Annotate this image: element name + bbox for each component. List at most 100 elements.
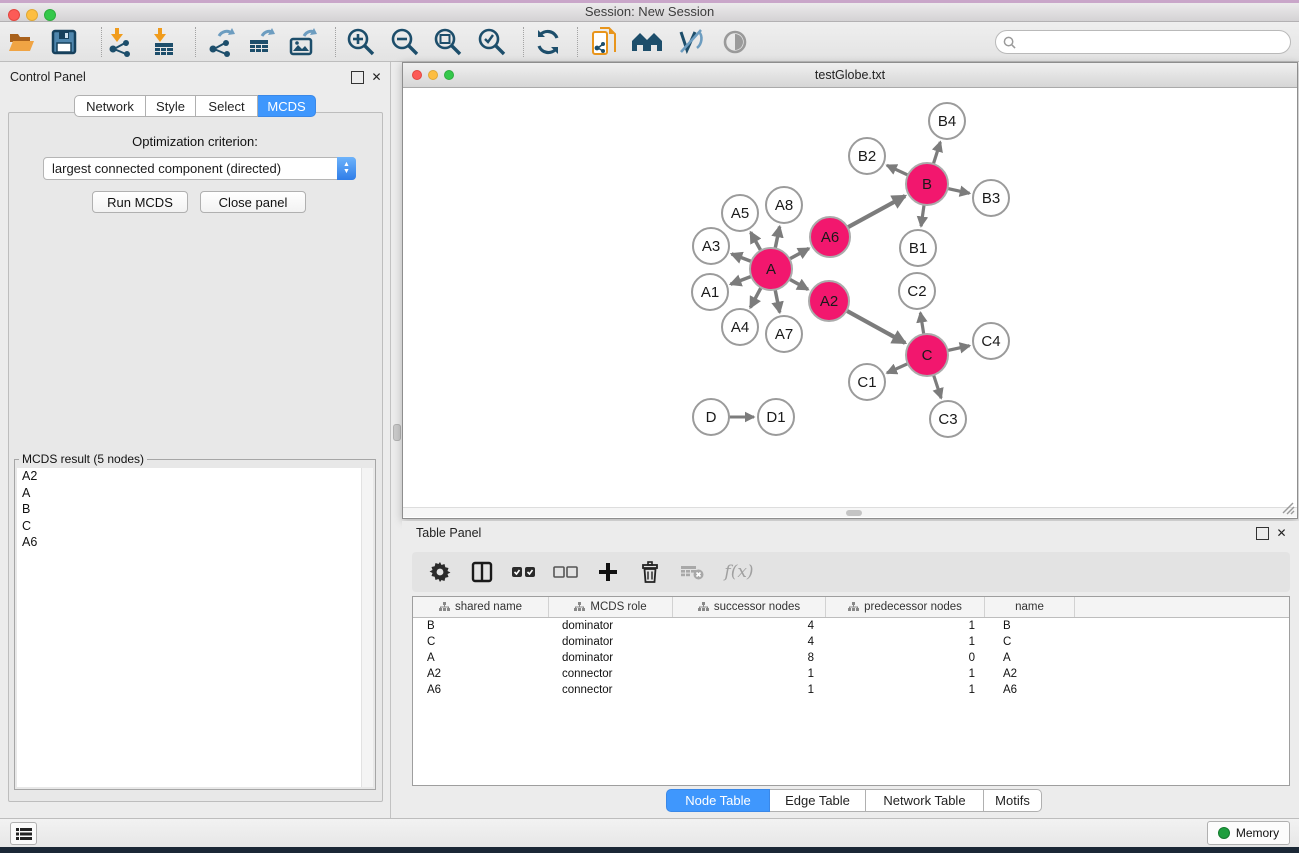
mcds-result-item[interactable]: A: [17, 485, 373, 502]
control-panel: Control Panel ✕ Network Style Select MCD…: [0, 62, 391, 818]
column-header-name[interactable]: name: [985, 597, 1075, 617]
close-panel-button[interactable]: Close panel: [200, 191, 306, 213]
home-icon[interactable]: [630, 26, 664, 58]
network-hscroll-thumb[interactable]: [846, 510, 862, 516]
tab-select[interactable]: Select: [196, 95, 258, 117]
tab-network-table[interactable]: Network Table: [866, 789, 984, 812]
graph-node-A5[interactable]: A5: [722, 195, 758, 231]
mcds-result-item[interactable]: C: [17, 518, 373, 535]
save-session-icon[interactable]: [47, 26, 81, 58]
network-horizontal-scrollbar[interactable]: [403, 507, 1297, 517]
graph-node-D[interactable]: D: [693, 399, 729, 435]
graph-node-B[interactable]: B: [906, 163, 948, 205]
network-close-button[interactable]: [412, 70, 422, 80]
zoom-selected-icon[interactable]: [475, 26, 509, 58]
memory-button[interactable]: Memory: [1207, 821, 1290, 845]
table-row[interactable]: A6connector11A6: [413, 682, 1289, 698]
search-input[interactable]: [1020, 34, 1290, 50]
graph-node-C4[interactable]: C4: [973, 323, 1009, 359]
column-header-predecessor-nodes[interactable]: predecessor nodes: [826, 597, 985, 617]
column-header-shared-name[interactable]: shared name: [413, 597, 549, 617]
float-table-panel-icon[interactable]: [1256, 527, 1269, 540]
mcds-result-item[interactable]: B: [17, 501, 373, 518]
delete-column-icon[interactable]: [636, 558, 664, 586]
hierarchy-icon: [574, 602, 585, 612]
hide-labels-icon[interactable]: [673, 26, 707, 58]
eye-icon[interactable]: [718, 26, 752, 58]
deselect-all-checkboxes-icon[interactable]: [552, 558, 580, 586]
table-cell-filler: [1075, 650, 1289, 666]
close-panel-icon[interactable]: ✕: [370, 71, 383, 84]
mcds-list-scrollbar[interactable]: [361, 468, 373, 787]
graph-node-A[interactable]: A: [750, 248, 792, 290]
column-header-mcds-role[interactable]: MCDS role: [549, 597, 673, 617]
vertical-scrollbar-thumb[interactable]: [393, 424, 401, 441]
graph-node-A3[interactable]: A3: [693, 228, 729, 264]
float-panel-icon[interactable]: [351, 71, 364, 84]
network-zoom-button[interactable]: [444, 70, 454, 80]
zoom-in-icon[interactable]: [344, 26, 378, 58]
graph-node-A1[interactable]: A1: [692, 274, 728, 310]
graph-node-B3[interactable]: B3: [973, 180, 1009, 216]
minimize-window-button[interactable]: [26, 9, 38, 21]
refresh-icon[interactable]: [531, 26, 565, 58]
graph-node-B2[interactable]: B2: [849, 138, 885, 174]
svg-text:A: A: [766, 261, 776, 278]
select-all-checkboxes-icon[interactable]: [510, 558, 538, 586]
resize-grip-icon[interactable]: [1281, 501, 1295, 515]
search-box[interactable]: [995, 30, 1291, 54]
graph-node-C[interactable]: C: [906, 334, 948, 376]
task-history-button[interactable]: [10, 822, 37, 845]
table-row[interactable]: Bdominator41B: [413, 618, 1289, 634]
tab-edge-table[interactable]: Edge Table: [770, 789, 866, 812]
graph-node-B4[interactable]: B4: [929, 103, 965, 139]
table-row[interactable]: A2connector11A2: [413, 666, 1289, 682]
zoom-fit-icon[interactable]: [431, 26, 465, 58]
settings-gear-icon[interactable]: [426, 558, 454, 586]
graph-node-D1[interactable]: D1: [758, 399, 794, 435]
export-network-icon[interactable]: [203, 26, 237, 58]
graph-node-A7[interactable]: A7: [766, 316, 802, 352]
close-window-button[interactable]: [8, 9, 20, 21]
graph-node-C2[interactable]: C2: [899, 273, 935, 309]
graph-node-B1[interactable]: B1: [900, 230, 936, 266]
graph-node-A2[interactable]: A2: [809, 281, 849, 321]
import-network-icon[interactable]: [103, 26, 137, 58]
table-row[interactable]: Cdominator41C: [413, 634, 1289, 650]
zoom-window-button[interactable]: [44, 9, 56, 21]
open-file-icon[interactable]: [5, 26, 39, 58]
tab-network[interactable]: Network: [74, 95, 146, 117]
tab-node-table[interactable]: Node Table: [666, 789, 770, 812]
tab-motifs[interactable]: Motifs: [984, 789, 1042, 812]
delete-table-icon[interactable]: [678, 558, 706, 586]
graph-node-A4[interactable]: A4: [722, 309, 758, 345]
add-column-icon[interactable]: [594, 558, 622, 586]
graph-node-C3[interactable]: C3: [930, 401, 966, 437]
table-cell: B: [413, 618, 549, 634]
search-icon: [1003, 36, 1016, 49]
import-table-icon[interactable]: [146, 26, 180, 58]
table-row[interactable]: Adominator80A: [413, 650, 1289, 666]
column-header-successor-nodes[interactable]: successor nodes: [673, 597, 826, 617]
export-image-icon[interactable]: [286, 26, 320, 58]
run-mcds-button[interactable]: Run MCDS: [92, 191, 188, 213]
network-from-document-icon[interactable]: [588, 26, 622, 58]
svg-text:A8: A8: [775, 197, 793, 214]
mcds-result-item[interactable]: A6: [17, 534, 373, 551]
tab-style[interactable]: Style: [146, 95, 196, 117]
criterion-dropdown[interactable]: largest connected component (directed) ▲…: [43, 157, 356, 180]
close-table-panel-icon[interactable]: ✕: [1275, 527, 1288, 540]
function-builder-icon[interactable]: f(x): [720, 558, 758, 586]
graph-node-A6[interactable]: A6: [810, 217, 850, 257]
tab-mcds[interactable]: MCDS: [258, 95, 316, 117]
show-columns-icon[interactable]: [468, 558, 496, 586]
svg-text:B4: B4: [938, 113, 956, 130]
network-canvas[interactable]: A A1 A2 A3 A4 A5 A6 A7 A8 B B1 B2 B3 B4 C C1 C2 C3 C4 D D1: [403, 88, 1297, 508]
graph-node-A8[interactable]: A8: [766, 187, 802, 223]
export-table-icon[interactable]: [244, 26, 278, 58]
network-minimize-button[interactable]: [428, 70, 438, 80]
zoom-out-icon[interactable]: [388, 26, 422, 58]
mcds-result-item[interactable]: A2: [17, 468, 373, 485]
graph-node-C1[interactable]: C1: [849, 364, 885, 400]
table-cell: C: [985, 634, 1075, 650]
